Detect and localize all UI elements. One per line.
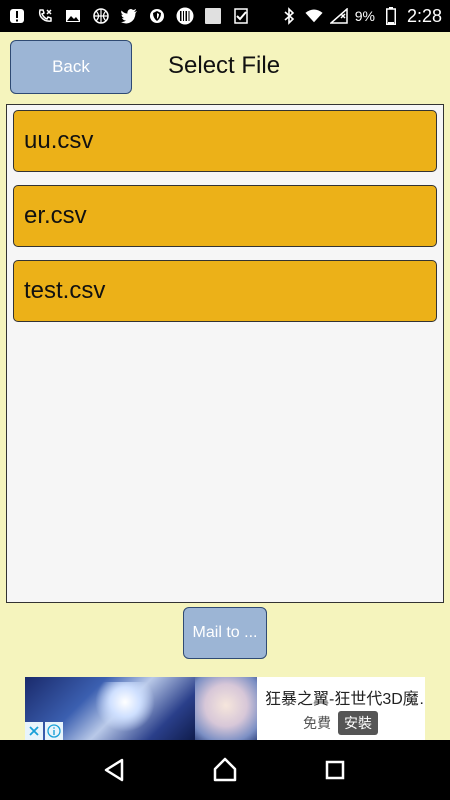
battery-icon [382,7,400,25]
basketball-icon [92,7,110,25]
ad-banner[interactable]: 狂暴之翼-狂世代3D魔… 免費 安裝 [25,677,425,740]
status-bar: 9% 2:28 [0,0,450,32]
file-item-test-csv[interactable]: test.csv [13,260,437,322]
bluetooth-icon [280,7,298,25]
file-item-er-csv[interactable]: er.csv [13,185,437,247]
page-title: Select File [168,52,281,79]
ad-title[interactable]: 狂暴之翼-狂世代3D魔… [265,685,425,709]
check-icon [232,7,250,25]
ad-wing-graphic [95,682,155,732]
barcode-icon [176,7,194,25]
recents-nav-icon[interactable] [311,746,359,794]
ad-price: 免費 [303,715,331,731]
ad-close-icon[interactable] [25,722,43,740]
file-list[interactable]: uu.csv er.csv test.csv [6,104,444,603]
ad-info-icon[interactable] [45,722,63,740]
clock: 2:28 [406,5,442,26]
signal-icon [329,7,348,25]
battery-percent: 9% [354,8,375,24]
ad-install-button[interactable]: 安裝 [338,711,378,735]
home-nav-icon[interactable] [201,746,249,794]
alert-icon [8,7,26,25]
ad-app-avatar[interactable] [195,677,257,740]
mail-to-button[interactable]: Mail to ... [183,607,267,659]
back-nav-icon[interactable] [91,746,139,794]
phone-missed-icon [36,7,54,25]
back-button[interactable]: Back [10,40,132,94]
navigation-bar [0,740,450,800]
system-icons: 9% 2:28 [280,6,442,27]
notification-icons [8,7,250,25]
square-icon [204,7,222,25]
wifi-icon [305,7,323,25]
app-screen: Back Select File uu.csv er.csv test.csv … [0,32,450,740]
vpn-shield-icon [148,7,166,25]
file-item-uu-csv[interactable]: uu.csv [13,110,437,172]
twitter-icon [120,7,138,25]
image-icon [64,7,82,25]
